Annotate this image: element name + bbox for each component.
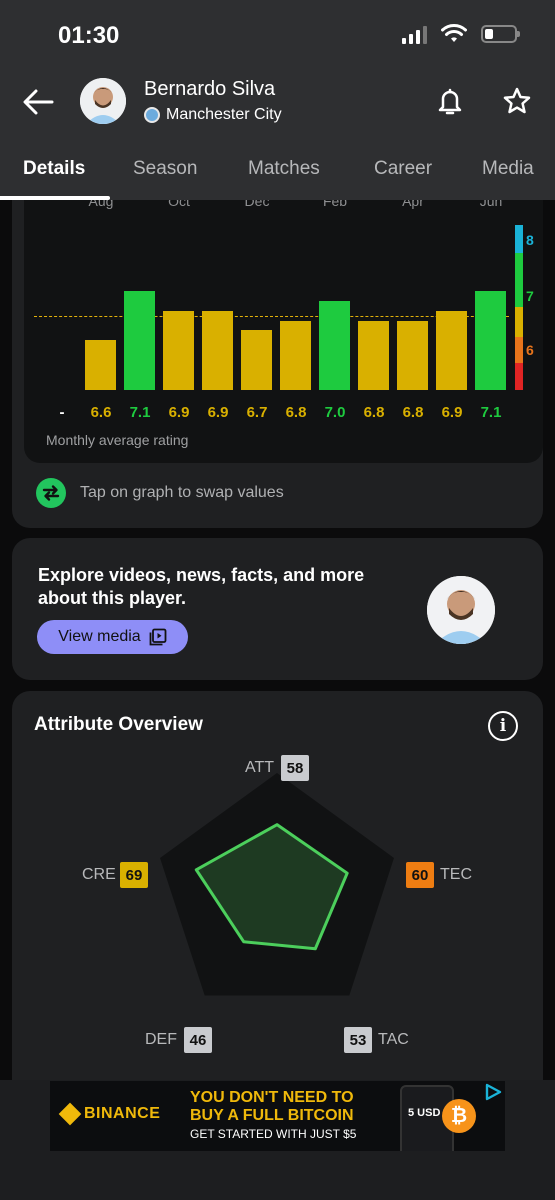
rating-bar[interactable] xyxy=(124,290,155,390)
ad-subline: GET STARTED WITH JUST $5 xyxy=(190,1127,357,1141)
rating-value-label: 7.0 xyxy=(324,404,346,421)
star-icon xyxy=(503,87,531,114)
media-library-icon xyxy=(149,628,167,646)
rating-value-label: 6.7 xyxy=(246,404,268,421)
status-icons xyxy=(402,24,520,44)
media-promo-card: Explore videos, news, facts, and more ab… xyxy=(12,538,543,680)
media-promo-text: Explore videos, news, facts, and more ab… xyxy=(38,565,365,608)
rating-bar[interactable] xyxy=(163,310,194,390)
ad-brand: BINANCE xyxy=(84,1105,161,1122)
month-label: Apr xyxy=(402,200,424,209)
month-label: Aug xyxy=(88,200,114,209)
chart-caption: Monthly average rating xyxy=(46,432,189,448)
attribute-label-cre: CRE xyxy=(82,866,116,883)
attribute-label-tac: TAC xyxy=(378,1031,409,1048)
attribute-label-att: ATT xyxy=(245,759,275,776)
rating-value-label: 7.1 xyxy=(480,404,502,421)
rating-value-label: 6.8 xyxy=(285,404,307,421)
rating-value-label: 6.8 xyxy=(402,404,424,421)
team-crest-icon xyxy=(144,107,160,123)
tab-season[interactable]: Season xyxy=(133,158,197,180)
rating-scale-segment xyxy=(515,225,523,253)
binance-logo: BINANCE xyxy=(58,1102,161,1126)
attribute-radar-chart xyxy=(160,773,394,996)
rating-bar[interactable] xyxy=(319,300,350,390)
rating-bar[interactable] xyxy=(397,320,428,390)
team-name: Manchester City xyxy=(166,106,282,123)
ad-headline: YOU DON'T NEED TO BUY A FULL BITCOIN xyxy=(190,1089,354,1125)
player-avatar xyxy=(80,78,126,124)
rating-bar[interactable] xyxy=(241,330,272,390)
rating-value-label: 6.6 xyxy=(90,404,112,421)
rating-value-label: 7.1 xyxy=(129,404,151,421)
favorite-button[interactable] xyxy=(502,86,532,116)
wifi-icon xyxy=(441,24,467,42)
monthly-rating-chart[interactable]: Monthly average rating Aug Oct Dec Feb Apr Ju… xyxy=(24,200,543,463)
status-time: 01:30 xyxy=(58,22,120,49)
view-media-button[interactable]: View media xyxy=(37,620,188,654)
player-name: Bernardo Silva xyxy=(144,78,276,100)
bell-icon xyxy=(438,88,462,115)
rating-scale-label: 8 xyxy=(526,232,534,248)
swap-arrows-icon xyxy=(36,478,66,508)
rating-card: Monthly average rating Aug Oct Dec Feb Apr Ju… xyxy=(12,200,543,528)
rating-scale-label: 7 xyxy=(526,288,534,304)
ad-headline-line-2: BUY A FULL BITCOIN xyxy=(190,1107,354,1124)
team-link[interactable]: Manchester City xyxy=(144,106,282,124)
view-media-label: View media xyxy=(58,628,141,645)
month-label: Feb xyxy=(322,200,348,209)
attribute-value-tec: 60 xyxy=(406,862,434,888)
rating-scale-segment xyxy=(515,307,523,337)
rating-bar[interactable] xyxy=(358,320,389,390)
app-header: 01:30 Bernardo Silva Manchester City Det… xyxy=(0,0,555,200)
bitcoin-icon: ₿ xyxy=(442,1099,476,1133)
rating-bar[interactable] xyxy=(85,340,116,390)
month-label: Oct xyxy=(168,200,190,209)
ad-headline-line-1: YOU DON'T NEED TO xyxy=(190,1089,354,1106)
attribute-value-def: 46 xyxy=(184,1027,212,1053)
adchoices-icon[interactable] xyxy=(484,1083,502,1101)
attribute-overview-card: Attribute Overview i ATT 58 TEC 60 TAC 53 DEF 4… xyxy=(12,691,543,1111)
rating-value-label: 6.8 xyxy=(363,404,385,421)
rating-value-label: - xyxy=(59,404,65,421)
rating-bar[interactable] xyxy=(475,290,506,390)
ad-banner[interactable]: BINANCE YOU DON'T NEED TO BUY A FULL BIT… xyxy=(50,1081,505,1151)
swap-hint-text: Tap on graph to swap values xyxy=(80,484,284,501)
ad-phone-amount: 5 USD xyxy=(408,1107,441,1119)
cellular-signal-icon xyxy=(402,24,427,44)
rating-scale-segment xyxy=(515,337,523,363)
month-label: Jun xyxy=(479,200,503,209)
rating-value-label: 6.9 xyxy=(168,404,190,421)
rating-bar[interactable] xyxy=(202,310,233,390)
attribute-value-att: 58 xyxy=(281,755,309,781)
binance-diamond-icon xyxy=(58,1102,82,1126)
month-label: Dec xyxy=(244,200,270,209)
attribute-label-def: DEF xyxy=(145,1031,177,1048)
rating-bar[interactable] xyxy=(436,310,467,390)
player-photo xyxy=(427,576,495,644)
rating-value-label: 6.9 xyxy=(441,404,463,421)
tab-matches[interactable]: Matches xyxy=(248,158,320,180)
rating-value-label: 6.9 xyxy=(207,404,229,421)
back-button[interactable] xyxy=(18,82,58,122)
arrow-left-icon xyxy=(23,89,54,115)
notification-button[interactable] xyxy=(436,86,464,116)
rating-bar[interactable] xyxy=(280,320,311,390)
battery-icon xyxy=(481,25,520,43)
rating-scale-label: 6 xyxy=(526,342,534,358)
rating-scale-segment xyxy=(515,363,523,390)
rating-scale-segment xyxy=(515,253,523,307)
attribute-value-tac: 53 xyxy=(344,1027,372,1053)
tab-bar: Details Season Matches Career Media xyxy=(0,152,555,200)
swap-values-hint[interactable]: Tap on graph to swap values xyxy=(36,478,284,508)
tab-details[interactable]: Details xyxy=(23,158,85,180)
tab-career[interactable]: Career xyxy=(374,158,432,180)
attribute-label-tec: TEC xyxy=(440,866,472,883)
tab-media[interactable]: Media xyxy=(482,158,534,180)
attribute-value-cre: 69 xyxy=(120,862,148,888)
